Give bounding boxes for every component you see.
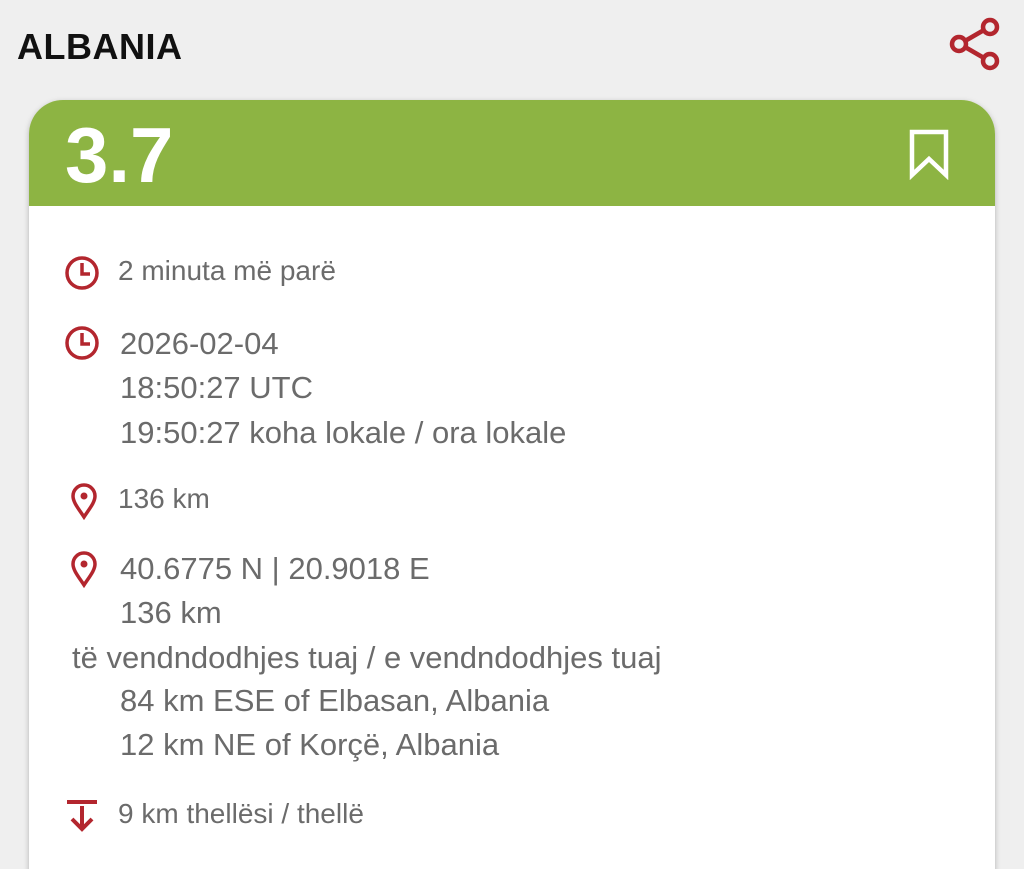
clock-icon: [65, 326, 99, 360]
distance-label: të vendndodhjes tuaj / e vendndodhjes tu…: [72, 640, 662, 675]
magnitude-header: 3.7: [29, 100, 995, 206]
region-primary: 84 km ESE of Elbasan, Albania: [120, 683, 550, 718]
header: ALBANIA: [0, 0, 1024, 96]
distance-short: 136 km: [118, 483, 210, 514]
bookmark-icon[interactable]: [907, 128, 951, 180]
location-pin-icon: [71, 483, 97, 520]
local-time: 19:50:27 koha lokale / ora lokale: [120, 415, 567, 450]
relative-time: 2 minuta më parë: [118, 255, 336, 286]
depth-icon: [67, 800, 97, 832]
magnitude-value: 3.7: [65, 111, 174, 199]
event-date: 2026-02-04: [120, 326, 279, 361]
region-secondary: 12 km NE of Korçë, Albania: [120, 727, 500, 762]
share-icon[interactable]: [946, 14, 1004, 72]
earthquake-detail-page: ALBANIA 3.7 2 minuta më parë 2026-02-04: [0, 0, 1024, 869]
earthquake-card[interactable]: 3.7 2 minuta më parë 2026-02-04 18:50:27…: [29, 100, 995, 869]
coordinates: 40.6775 N | 20.9018 E: [120, 551, 430, 586]
country-title: ALBANIA: [17, 26, 183, 67]
distance: 136 km: [120, 595, 222, 630]
utc-time: 18:50:27 UTC: [120, 370, 313, 405]
depth: 9 km thellësi / thellë: [118, 798, 364, 829]
clock-icon: [65, 256, 99, 290]
location-pin-icon: [71, 551, 97, 588]
